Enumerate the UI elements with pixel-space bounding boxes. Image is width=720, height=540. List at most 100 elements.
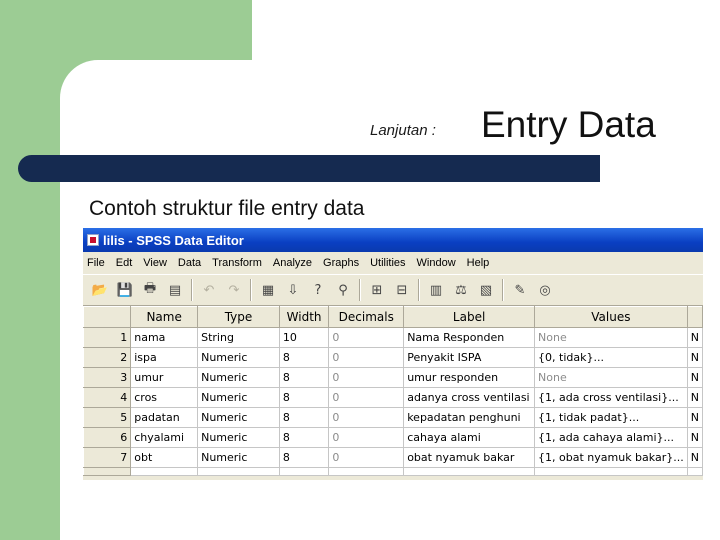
cell-extra[interactable]: N — [686, 367, 703, 388]
cell-decimals[interactable]: 0 — [328, 427, 405, 448]
spss-app-icon[interactable] — [87, 234, 99, 246]
cell-width[interactable]: 8 — [278, 427, 330, 448]
save-icon[interactable]: 💾 — [114, 279, 136, 301]
cell-type[interactable]: Numeric — [197, 447, 280, 468]
menu-transform[interactable]: Transform — [212, 257, 262, 269]
cell-width[interactable]: 10 — [278, 327, 330, 348]
menu-analyze[interactable]: Analyze — [273, 257, 312, 269]
cell-values[interactable]: {0, tidak}... — [534, 347, 688, 368]
cell-type[interactable]: Numeric — [197, 347, 280, 368]
select-cases-icon[interactable]: ▧ — [475, 279, 497, 301]
cell-values[interactable]: {1, tidak padat}... — [534, 407, 688, 428]
cell-decimals[interactable]: 0 — [328, 367, 405, 388]
cell-name[interactable]: obt — [130, 447, 199, 468]
cell-width[interactable]: 8 — [278, 447, 330, 468]
cell-name[interactable]: umur — [130, 367, 199, 388]
row-number[interactable] — [83, 467, 132, 476]
cell-name[interactable]: nama — [130, 327, 199, 348]
cell-width[interactable]: 8 — [278, 407, 330, 428]
cell-decimals[interactable]: 0 — [328, 407, 405, 428]
cell-label[interactable]: Penyakit ISPA — [403, 347, 536, 368]
column-header-name[interactable]: Name — [130, 306, 199, 328]
goto-case-icon[interactable]: ⇩ — [282, 279, 304, 301]
menu-edt[interactable]: Edt — [116, 257, 133, 269]
cell-label[interactable]: kepadatan penghuni — [403, 407, 536, 428]
weight-cases-icon[interactable]: ⚖ — [450, 279, 472, 301]
cell-decimals[interactable]: 0 — [328, 387, 405, 408]
cell-empty[interactable] — [534, 467, 688, 476]
open-icon[interactable]: 📂 — [89, 279, 111, 301]
menu-graphs[interactable]: Graphs — [323, 257, 359, 269]
cell-decimals[interactable]: 0 — [328, 447, 405, 468]
cell-extra[interactable]: N — [686, 427, 703, 448]
cell-extra[interactable]: N — [686, 447, 703, 468]
cell-empty[interactable] — [403, 467, 536, 476]
cell-type[interactable]: String — [197, 327, 280, 348]
cell-type[interactable]: Numeric — [197, 427, 280, 448]
menu-help[interactable]: Help — [467, 257, 490, 269]
cell-extra[interactable]: N — [686, 347, 703, 368]
cell-label[interactable]: adanya cross ventilasi — [403, 387, 536, 408]
cell-extra[interactable]: N — [686, 407, 703, 428]
cell-width[interactable]: 8 — [278, 387, 330, 408]
use-sets-icon[interactable]: ◎ — [534, 279, 556, 301]
menu-utilities[interactable]: Utilities — [370, 257, 405, 269]
row-number[interactable]: 4 — [83, 387, 132, 408]
cell-values[interactable]: None — [534, 367, 688, 388]
cell-decimals[interactable]: 0 — [328, 327, 405, 348]
corner-cell[interactable] — [83, 306, 132, 328]
cell-name[interactable]: cros — [130, 387, 199, 408]
cell-empty[interactable] — [328, 467, 405, 476]
column-header-width[interactable]: Width — [278, 306, 330, 328]
menu-view[interactable]: View — [143, 257, 167, 269]
cell-label[interactable]: umur responden — [403, 367, 536, 388]
dialog-recall-icon[interactable]: ▤ — [164, 279, 186, 301]
row-number[interactable]: 5 — [83, 407, 132, 428]
cell-type[interactable]: Numeric — [197, 367, 280, 388]
cell-empty[interactable] — [130, 467, 199, 476]
cell-values[interactable]: {1, ada cross ventilasi}... — [534, 387, 688, 408]
cell-label[interactable]: Nama Responden — [403, 327, 536, 348]
menu-window[interactable]: Window — [417, 257, 456, 269]
menu-data[interactable]: Data — [178, 257, 201, 269]
cell-name[interactable]: ispa — [130, 347, 199, 368]
value-labels-icon[interactable]: ✎ — [509, 279, 531, 301]
row-number[interactable]: 7 — [83, 447, 132, 468]
cell-type[interactable]: Numeric — [197, 387, 280, 408]
undo-icon[interactable]: ↶ — [198, 279, 220, 301]
insert-variable-icon[interactable]: ⊟ — [391, 279, 413, 301]
cell-values[interactable]: {1, ada cahaya alami}... — [534, 427, 688, 448]
insert-cases-icon[interactable]: ⊞ — [366, 279, 388, 301]
column-header-missing[interactable] — [686, 306, 703, 328]
column-header-decimals[interactable]: Decimals — [328, 306, 405, 328]
find-icon[interactable]: ⚲ — [332, 279, 354, 301]
cell-values[interactable]: None — [534, 327, 688, 348]
variables-icon[interactable]: ? — [307, 279, 329, 301]
cell-label[interactable]: cahaya alami — [403, 427, 536, 448]
cell-name[interactable]: chyalami — [130, 427, 199, 448]
cell-empty[interactable] — [197, 467, 280, 476]
cell-empty[interactable] — [278, 467, 330, 476]
cell-name[interactable]: padatan — [130, 407, 199, 428]
column-header-label[interactable]: Label — [403, 306, 536, 328]
cell-extra[interactable]: N — [686, 387, 703, 408]
row-number[interactable]: 1 — [83, 327, 132, 348]
print-icon[interactable]: 🖶 — [139, 279, 161, 301]
cell-width[interactable]: 8 — [278, 367, 330, 388]
split-file-icon[interactable]: ▥ — [425, 279, 447, 301]
cell-empty[interactable] — [686, 467, 703, 476]
cell-decimals[interactable]: 0 — [328, 347, 405, 368]
cell-type[interactable]: Numeric — [197, 407, 280, 428]
cell-label[interactable]: obat nyamuk bakar — [403, 447, 536, 468]
goto-chart-icon[interactable]: ▦ — [257, 279, 279, 301]
cell-extra[interactable]: N — [686, 327, 703, 348]
cell-values[interactable]: {1, obat nyamuk bakar}... — [534, 447, 688, 468]
row-number[interactable]: 2 — [83, 347, 132, 368]
row-number[interactable]: 6 — [83, 427, 132, 448]
menu-file[interactable]: File — [87, 257, 105, 269]
window-titlebar[interactable]: lilis - SPSS Data Editor — [83, 228, 703, 252]
row-number[interactable]: 3 — [83, 367, 132, 388]
cell-width[interactable]: 8 — [278, 347, 330, 368]
redo-icon[interactable]: ↷ — [223, 279, 245, 301]
column-header-type[interactable]: Type — [197, 306, 280, 328]
